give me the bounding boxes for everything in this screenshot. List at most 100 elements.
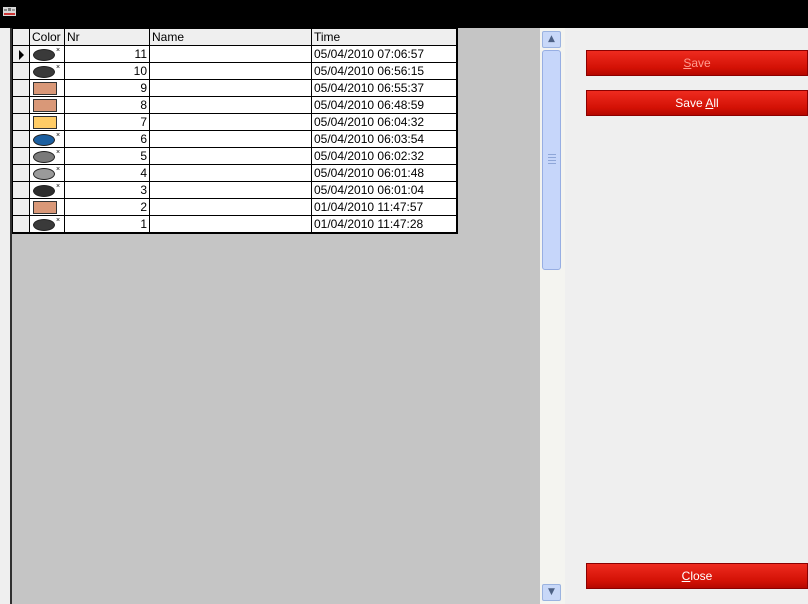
nr-cell[interactable]: 10 (64, 62, 150, 80)
close-button-label-post: lose (690, 569, 713, 583)
table-row[interactable]: 2 01/04/2010 11:47:57 (12, 198, 457, 216)
column-header-nr[interactable]: Nr (64, 28, 150, 46)
save-all-button[interactable]: Save All (586, 90, 808, 116)
time-cell[interactable]: 05/04/2010 06:01:48 (311, 164, 457, 182)
color-cell[interactable]: × (29, 45, 65, 63)
color-swatch-ellipse-icon (33, 218, 55, 231)
color-cell[interactable] (29, 79, 65, 97)
row-indicator[interactable] (12, 113, 30, 131)
row-indicator[interactable] (12, 130, 30, 148)
color-swatch-ellipse-icon (33, 167, 55, 180)
vertical-scrollbar[interactable]: ▲ ▼ (540, 28, 565, 604)
table-row[interactable]: × 11 05/04/2010 07:06:57 (12, 45, 457, 63)
table-row[interactable]: × 6 05/04/2010 06:03:54 (12, 130, 457, 148)
name-cell[interactable] (149, 198, 312, 216)
table-row[interactable]: × 10 05/04/2010 06:56:15 (12, 62, 457, 80)
scroll-up-arrow-icon[interactable]: ▲ (542, 31, 561, 48)
table-row[interactable]: × 1 01/04/2010 11:47:28 (12, 215, 457, 233)
time-cell[interactable]: 05/04/2010 06:04:32 (311, 113, 457, 131)
nr-cell[interactable]: 9 (64, 79, 150, 97)
swatch-marker-icon: × (56, 149, 61, 156)
row-indicator-header (12, 28, 30, 46)
color-cell[interactable] (29, 96, 65, 114)
color-cell[interactable]: × (29, 181, 65, 199)
swatch-marker-icon: × (56, 166, 61, 173)
color-cell[interactable]: × (29, 130, 65, 148)
nr-cell[interactable]: 3 (64, 181, 150, 199)
time-cell[interactable]: 05/04/2010 06:55:37 (311, 79, 457, 97)
color-cell[interactable]: × (29, 164, 65, 182)
save-button[interactable]: Save (586, 50, 808, 76)
nr-cell[interactable]: 8 (64, 96, 150, 114)
nr-cell[interactable]: 4 (64, 164, 150, 182)
row-indicator[interactable] (12, 45, 30, 63)
color-swatch-ellipse-icon (33, 184, 55, 197)
grid-header-row: Color Nr Name Time (12, 28, 457, 46)
time-cell[interactable]: 05/04/2010 06:01:04 (311, 181, 457, 199)
table-row[interactable]: × 4 05/04/2010 06:01:48 (12, 164, 457, 182)
data-grid-area[interactable]: Color Nr Name Time × 11 05/04/2010 07:06:5… (10, 28, 540, 604)
table-row[interactable]: × 3 05/04/2010 06:01:04 (12, 181, 457, 199)
color-cell[interactable] (29, 113, 65, 131)
app-logo-icon (2, 2, 17, 22)
color-cell[interactable]: × (29, 62, 65, 80)
time-cell[interactable]: 05/04/2010 06:03:54 (311, 130, 457, 148)
row-indicator[interactable] (12, 164, 30, 182)
time-cell[interactable]: 01/04/2010 11:47:57 (311, 198, 457, 216)
row-indicator[interactable] (12, 181, 30, 199)
swatch-marker-icon: × (56, 216, 61, 224)
records-grid[interactable]: Color Nr Name Time × 11 05/04/2010 07:06:5… (12, 28, 458, 234)
time-cell[interactable]: 05/04/2010 06:48:59 (311, 96, 457, 114)
name-cell[interactable] (149, 113, 312, 131)
color-cell[interactable]: × (29, 147, 65, 165)
name-cell[interactable] (149, 130, 312, 148)
scrollbar-grip-icon (548, 154, 556, 164)
row-indicator[interactable] (12, 198, 30, 216)
column-header-time[interactable]: Time (311, 28, 457, 46)
row-indicator[interactable] (12, 62, 30, 80)
swatch-marker-icon: × (56, 183, 61, 190)
nr-cell[interactable]: 2 (64, 198, 150, 216)
name-cell[interactable] (149, 181, 312, 199)
row-indicator[interactable] (12, 215, 30, 233)
swatch-marker-icon: × (56, 64, 61, 71)
color-cell[interactable]: × (29, 215, 65, 233)
color-swatch-square-icon (33, 201, 57, 215)
nr-cell[interactable]: 11 (64, 45, 150, 63)
swatch-marker-icon: × (56, 132, 61, 139)
name-cell[interactable] (149, 164, 312, 182)
save-all-button-label-pre: Save (675, 96, 706, 110)
scrollbar-thumb[interactable] (542, 50, 561, 270)
table-row[interactable]: 7 05/04/2010 06:04:32 (12, 113, 457, 131)
nr-cell[interactable]: 6 (64, 130, 150, 148)
time-cell[interactable]: 05/04/2010 06:56:15 (311, 62, 457, 80)
nr-cell[interactable]: 7 (64, 113, 150, 131)
time-cell[interactable]: 01/04/2010 11:47:28 (311, 215, 457, 233)
time-cell[interactable]: 05/04/2010 07:06:57 (311, 45, 457, 63)
nr-cell[interactable]: 5 (64, 147, 150, 165)
row-indicator[interactable] (12, 79, 30, 97)
table-row[interactable]: 8 05/04/2010 06:48:59 (12, 96, 457, 114)
current-row-arrow-icon (18, 49, 24, 60)
name-cell[interactable] (149, 215, 312, 233)
color-cell[interactable] (29, 198, 65, 216)
title-bar (0, 0, 808, 28)
name-cell[interactable] (149, 96, 312, 114)
name-cell[interactable] (149, 45, 312, 63)
nr-cell[interactable]: 1 (64, 215, 150, 233)
name-cell[interactable] (149, 62, 312, 80)
time-cell[interactable]: 05/04/2010 06:02:32 (311, 147, 457, 165)
color-swatch-square-icon (33, 116, 57, 130)
table-row[interactable]: 9 05/04/2010 06:55:37 (12, 79, 457, 97)
name-cell[interactable] (149, 79, 312, 97)
row-indicator[interactable] (12, 96, 30, 114)
table-row[interactable]: × 5 05/04/2010 06:02:32 (12, 147, 457, 165)
close-button[interactable]: Close (586, 563, 808, 589)
name-cell[interactable] (149, 147, 312, 165)
swatch-marker-icon: × (56, 47, 61, 54)
row-indicator[interactable] (12, 147, 30, 165)
column-header-name[interactable]: Name (149, 28, 312, 46)
column-header-color[interactable]: Color (29, 28, 65, 46)
scroll-down-arrow-icon[interactable]: ▼ (542, 584, 561, 601)
color-swatch-ellipse-icon (33, 48, 55, 61)
